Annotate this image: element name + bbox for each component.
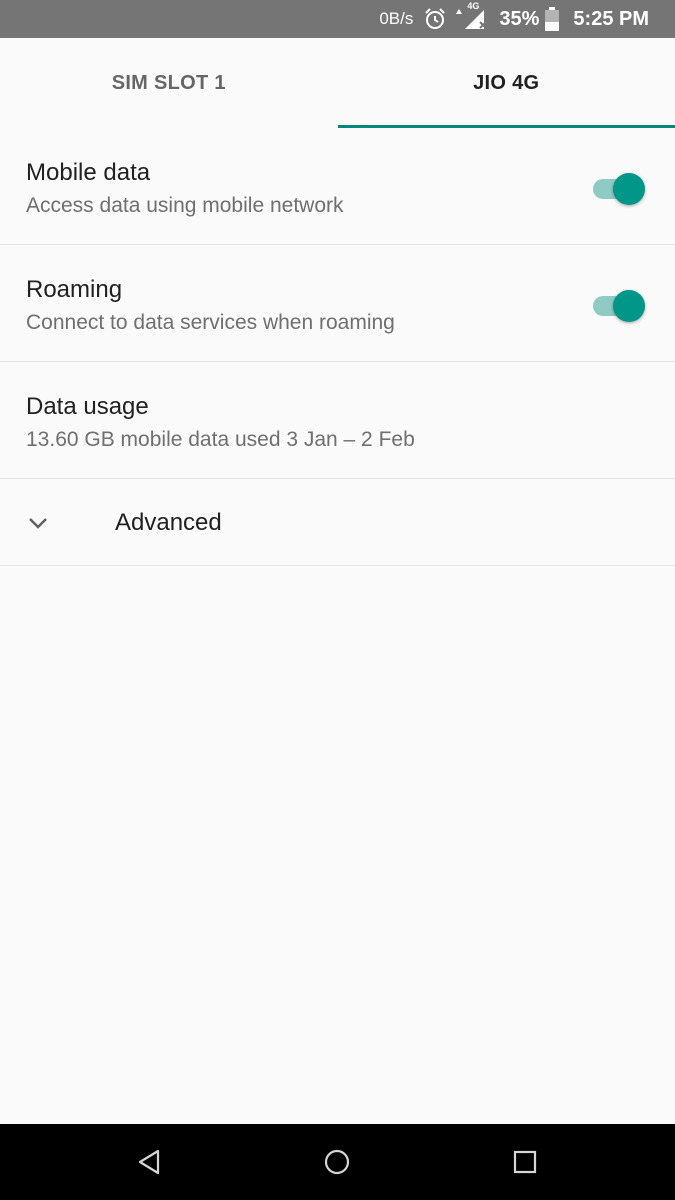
alarm-icon xyxy=(423,7,447,31)
toggle-thumb xyxy=(613,173,645,205)
settings-list: Mobile data Access data using mobile net… xyxy=(0,128,675,566)
advanced-label: Advanced xyxy=(115,509,222,536)
sim-tabs: SIM SLOT 1 JIO 4G xyxy=(0,38,675,128)
status-bar: 0B/s 4G 35% 5:25 PM xyxy=(0,0,675,38)
tab-jio-4g[interactable]: JIO 4G xyxy=(337,38,675,128)
net-speed: 0B/s xyxy=(379,9,414,28)
network-type: 4G xyxy=(467,1,480,11)
navigation-bar xyxy=(0,1124,675,1200)
toggle-thumb xyxy=(613,290,645,322)
roaming-setting[interactable]: Roaming Connect to data services when ro… xyxy=(0,245,675,362)
advanced-setting[interactable]: Advanced xyxy=(0,479,675,566)
setting-title: Roaming xyxy=(26,276,123,303)
data-usage-setting[interactable]: Data usage 13.60 GB mobile data used 3 J… xyxy=(0,362,675,479)
battery-icon xyxy=(545,7,560,31)
back-icon[interactable] xyxy=(136,1148,164,1176)
roaming-toggle[interactable] xyxy=(593,289,645,322)
mobile-data-toggle[interactable] xyxy=(593,172,645,205)
setting-summary: 13.60 GB mobile data used 3 Jan – 2 Feb xyxy=(26,428,415,451)
signal-icon: 4G xyxy=(455,1,489,31)
tab-sim-slot-1[interactable]: SIM SLOT 1 xyxy=(0,38,338,128)
setting-title: Data usage xyxy=(26,393,149,420)
recents-icon[interactable] xyxy=(511,1148,539,1176)
tab-label: JIO 4G xyxy=(473,71,540,94)
mobile-data-setting[interactable]: Mobile data Access data using mobile net… xyxy=(0,128,675,245)
tab-label: SIM SLOT 1 xyxy=(111,71,226,94)
setting-title: Mobile data xyxy=(26,159,151,186)
setting-summary: Connect to data services when roaming xyxy=(26,311,395,334)
battery-percent: 35% xyxy=(499,7,540,30)
clock: 5:25 PM xyxy=(573,7,649,30)
setting-summary: Access data using mobile network xyxy=(26,194,344,217)
home-icon[interactable] xyxy=(323,1148,351,1176)
chevron-down-icon xyxy=(26,511,50,535)
